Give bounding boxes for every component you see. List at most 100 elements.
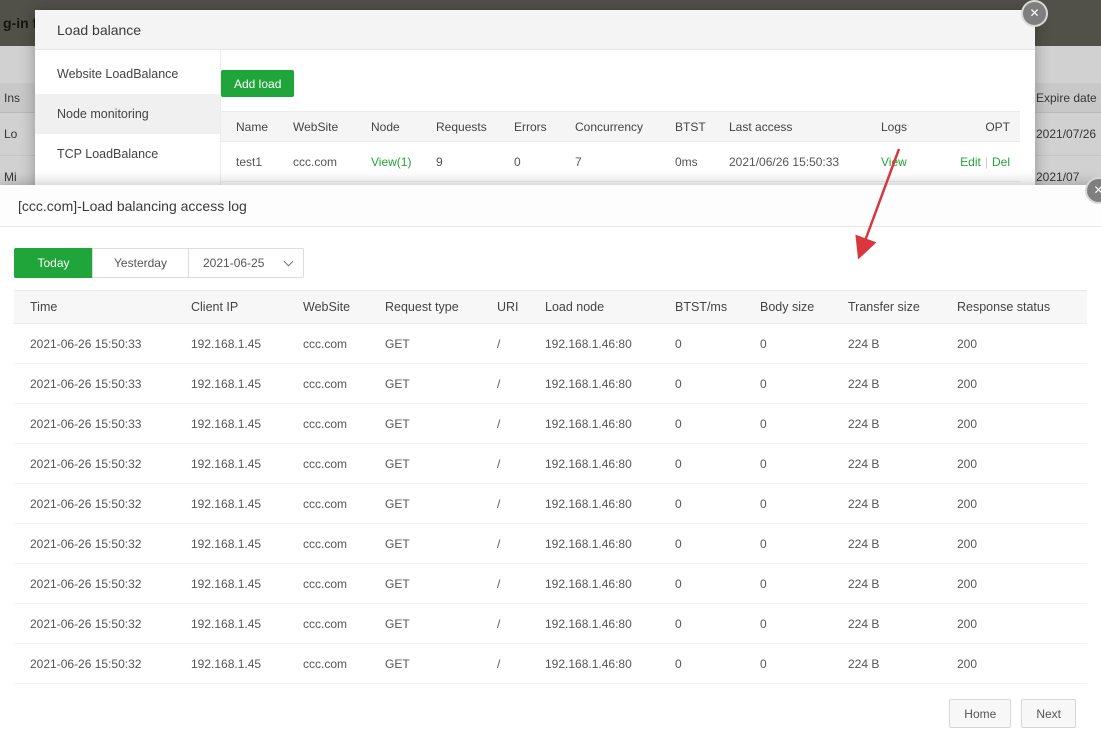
log-table-cell: ccc.com bbox=[287, 524, 369, 564]
log-table-cell: 192.168.1.45 bbox=[175, 484, 287, 524]
log-table-cell: 192.168.1.45 bbox=[175, 564, 287, 604]
log-table-cell: 192.168.1.45 bbox=[175, 604, 287, 644]
cell-opt: Edit | Del bbox=[958, 142, 1020, 182]
log-table-cell: 2021-06-26 15:50:32 bbox=[14, 444, 175, 484]
log-table-cell: 192.168.1.46:80 bbox=[529, 644, 659, 684]
sidebar-item-tcp-loadbalance[interactable]: TCP LoadBalance bbox=[35, 134, 220, 174]
log-table-cell: 224 B bbox=[832, 484, 941, 524]
close-icon[interactable]: ✕ bbox=[1021, 0, 1048, 27]
log-table-cell: GET bbox=[369, 564, 481, 604]
date-select[interactable]: 2021-06-25 bbox=[188, 248, 304, 278]
log-table-cell: 192.168.1.46:80 bbox=[529, 524, 659, 564]
log-table-cell: / bbox=[481, 644, 529, 684]
column-header: Client IP bbox=[175, 291, 287, 324]
log-table-cell: 224 B bbox=[832, 324, 941, 364]
access-log-modal-header: [ccc.com]-Load balancing access log bbox=[0, 185, 1101, 227]
column-header: Last access bbox=[714, 112, 866, 142]
cell-concurrency: 7 bbox=[560, 142, 660, 182]
access-log-modal: [ccc.com]-Load balancing access log ✕ To… bbox=[0, 185, 1101, 739]
log-table-cell: ccc.com bbox=[287, 604, 369, 644]
column-header: Name bbox=[221, 112, 278, 142]
log-table-cell: / bbox=[481, 364, 529, 404]
log-table-cell: 224 B bbox=[832, 524, 941, 564]
log-table-cell: 192.168.1.46:80 bbox=[529, 324, 659, 364]
log-table-cell: 192.168.1.45 bbox=[175, 364, 287, 404]
cell-name: test1 bbox=[221, 142, 278, 182]
cell-btst: 0ms bbox=[660, 142, 714, 182]
log-table-cell: ccc.com bbox=[287, 564, 369, 604]
node-view-link[interactable]: View(1) bbox=[371, 155, 411, 169]
log-table-cell: / bbox=[481, 324, 529, 364]
log-table-row: 2021-06-26 15:50:33192.168.1.45ccc.comGE… bbox=[14, 324, 1087, 364]
tab-yesterday[interactable]: Yesterday bbox=[92, 248, 189, 278]
log-table-cell: 0 bbox=[659, 644, 744, 684]
log-table-cell: 0 bbox=[744, 564, 832, 604]
log-table-cell: 2021-06-26 15:50:33 bbox=[14, 404, 175, 444]
column-header: Node bbox=[356, 112, 421, 142]
home-button[interactable]: Home bbox=[949, 699, 1011, 728]
log-table-cell: GET bbox=[369, 444, 481, 484]
log-table-cell: 0 bbox=[744, 324, 832, 364]
log-table-cell: 0 bbox=[744, 524, 832, 564]
log-table-cell: 200 bbox=[941, 484, 1087, 524]
add-load-button[interactable]: Add load bbox=[221, 70, 294, 97]
log-table-cell: 2021-06-26 15:50:32 bbox=[14, 604, 175, 644]
log-table-cell: GET bbox=[369, 404, 481, 444]
log-table-row: 2021-06-26 15:50:33192.168.1.45ccc.comGE… bbox=[14, 364, 1087, 404]
log-table-cell: 0 bbox=[744, 444, 832, 484]
annotation-arrow bbox=[843, 142, 913, 267]
log-table-cell: 224 B bbox=[832, 404, 941, 444]
link-separator: | bbox=[985, 155, 988, 169]
edit-link[interactable]: Edit bbox=[960, 155, 981, 169]
log-table-cell: GET bbox=[369, 644, 481, 684]
log-table-cell: 0 bbox=[744, 644, 832, 684]
log-table-cell: 192.168.1.45 bbox=[175, 324, 287, 364]
next-button[interactable]: Next bbox=[1021, 699, 1076, 728]
log-table-row: 2021-06-26 15:50:32192.168.1.45ccc.comGE… bbox=[14, 524, 1087, 564]
log-table-cell: 224 B bbox=[832, 644, 941, 684]
del-link[interactable]: Del bbox=[992, 155, 1010, 169]
access-log-table-body: 2021-06-26 15:50:33192.168.1.45ccc.comGE… bbox=[14, 324, 1087, 684]
log-table-cell: 0 bbox=[659, 604, 744, 644]
log-table-cell: 0 bbox=[744, 484, 832, 524]
log-table-cell: ccc.com bbox=[287, 644, 369, 684]
log-table-row: 2021-06-26 15:50:33192.168.1.45ccc.comGE… bbox=[14, 404, 1087, 444]
log-table-cell: 200 bbox=[941, 364, 1087, 404]
log-table-cell: 2021-06-26 15:50:32 bbox=[14, 564, 175, 604]
log-table-cell: 224 B bbox=[832, 564, 941, 604]
log-table-cell: GET bbox=[369, 484, 481, 524]
arrow-line bbox=[862, 149, 899, 249]
pagination: Home Next bbox=[949, 699, 1076, 728]
column-header: Load node bbox=[529, 291, 659, 324]
log-table-cell: 2021-06-26 15:50:33 bbox=[14, 324, 175, 364]
log-table-cell: 0 bbox=[659, 524, 744, 564]
log-table-cell: 200 bbox=[941, 444, 1087, 484]
log-table-row: 2021-06-26 15:50:32192.168.1.45ccc.comGE… bbox=[14, 604, 1087, 644]
log-table-cell: 200 bbox=[941, 404, 1087, 444]
log-table-cell: 0 bbox=[659, 484, 744, 524]
tab-today[interactable]: Today bbox=[14, 248, 93, 278]
log-table-cell: ccc.com bbox=[287, 444, 369, 484]
log-table-cell: 200 bbox=[941, 564, 1087, 604]
log-table-cell: GET bbox=[369, 324, 481, 364]
cell-website: ccc.com bbox=[278, 142, 356, 182]
log-table-cell: 200 bbox=[941, 524, 1087, 564]
access-log-table: TimeClient IPWebSiteRequest typeURILoad … bbox=[14, 290, 1087, 684]
log-table-cell: 224 B bbox=[832, 604, 941, 644]
chevron-down-icon bbox=[284, 257, 294, 267]
sidebar-item-website-loadbalance[interactable]: Website LoadBalance bbox=[35, 54, 220, 94]
log-table-cell: 192.168.1.46:80 bbox=[529, 444, 659, 484]
log-table-cell: 192.168.1.45 bbox=[175, 524, 287, 564]
log-table-cell: 0 bbox=[744, 404, 832, 444]
log-table-cell: 2021-06-26 15:50:32 bbox=[14, 644, 175, 684]
log-table-cell: 224 B bbox=[832, 444, 941, 484]
log-table-cell: / bbox=[481, 604, 529, 644]
log-table-cell: 192.168.1.46:80 bbox=[529, 604, 659, 644]
log-table-cell: / bbox=[481, 404, 529, 444]
log-table-row: 2021-06-26 15:50:32192.168.1.45ccc.comGE… bbox=[14, 484, 1087, 524]
column-header: URI bbox=[481, 291, 529, 324]
log-table-cell: 0 bbox=[659, 564, 744, 604]
sidebar-item-node-monitoring[interactable]: Node monitoring bbox=[35, 94, 220, 134]
close-glyph: ✕ bbox=[1093, 183, 1101, 197]
access-log-table-header-row: TimeClient IPWebSiteRequest typeURILoad … bbox=[14, 291, 1087, 324]
